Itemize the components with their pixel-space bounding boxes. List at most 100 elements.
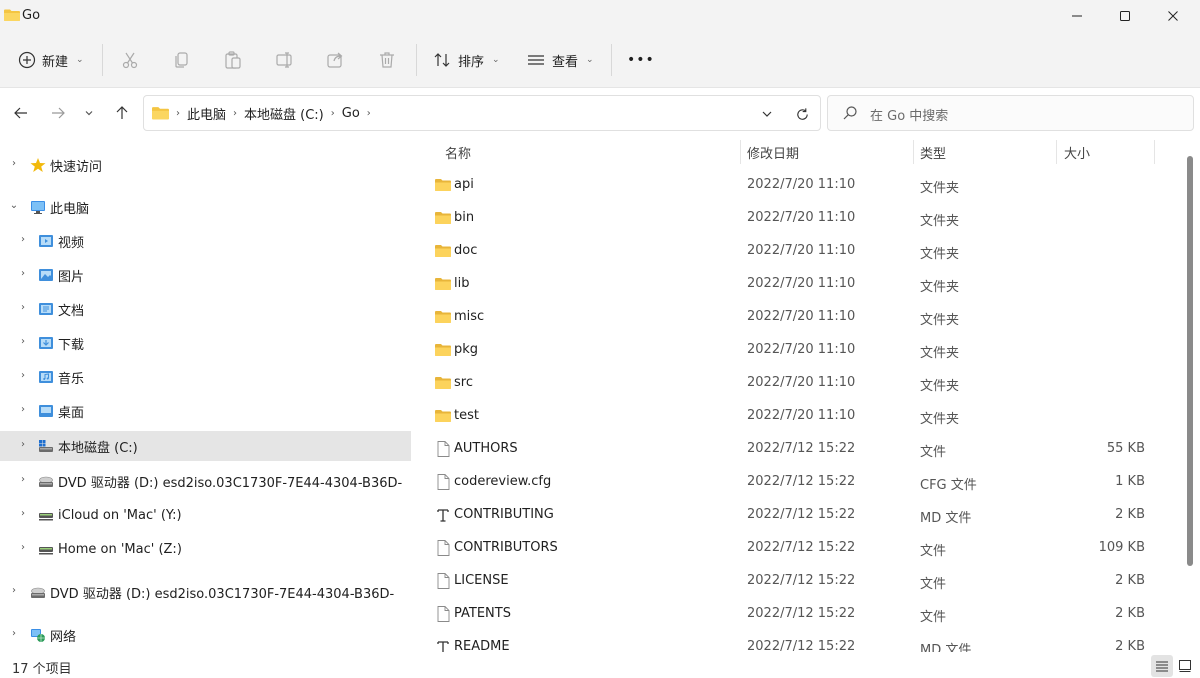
nav-item-videos[interactable]: › 视频	[0, 226, 411, 256]
file-size: 1 KB	[1115, 474, 1145, 489]
folder-icon	[434, 210, 452, 226]
file-row[interactable]: lib 2022/7/20 11:10 文件夹	[411, 268, 1171, 301]
nav-item-local-disk-c[interactable]: › 本地磁盘 (C:)	[0, 431, 411, 461]
search-input[interactable]: 在 Go 中搜索	[870, 105, 948, 124]
breadcrumb-this-pc[interactable]: 此电脑	[187, 104, 226, 123]
file-row[interactable]: api 2022/7/20 11:10 文件夹	[411, 169, 1171, 202]
chevron-right-icon[interactable]: ›	[17, 439, 29, 450]
column-header-type[interactable]: 类型	[920, 138, 1050, 166]
column-header-date[interactable]: 修改日期	[747, 138, 907, 166]
scrollbar-thumb[interactable]	[1187, 156, 1193, 566]
breadcrumb-local-disk[interactable]: 本地磁盘 (C:)	[244, 104, 324, 123]
network-drive-icon	[39, 547, 53, 555]
nav-item-network[interactable]: › 网络	[0, 620, 411, 650]
up-button[interactable]	[111, 102, 133, 124]
column-divider[interactable]	[740, 140, 741, 164]
recent-locations-button[interactable]	[80, 102, 98, 124]
chevron-right-icon[interactable]: ›	[17, 234, 29, 245]
chevron-down-icon[interactable]: ⌄	[8, 200, 20, 211]
chevron-right-icon[interactable]: ›	[367, 108, 371, 119]
chevron-right-icon[interactable]: ›	[8, 585, 20, 596]
file-size: 2 KB	[1115, 606, 1145, 621]
trash-icon	[380, 52, 394, 68]
view-list-icon	[528, 55, 544, 65]
column-divider[interactable]	[1056, 140, 1057, 164]
file-row[interactable]: PATENTS 2022/7/12 15:22 文件 2 KB	[411, 598, 1171, 631]
sort-label: 排序	[458, 54, 485, 70]
rename-icon	[276, 52, 292, 68]
breadcrumb-go[interactable]: Go	[342, 106, 360, 121]
nav-item-desktop[interactable]: › 桌面	[0, 396, 411, 426]
column-header-name[interactable]: 名称	[445, 138, 740, 166]
chevron-right-icon[interactable]: ›	[17, 474, 29, 485]
nav-item-downloads[interactable]: › 下载	[0, 328, 411, 358]
file-date: 2022/7/20 11:10	[747, 243, 856, 258]
file-row[interactable]: README 2022/7/12 15:22 MD 文件 2 KB	[411, 631, 1171, 652]
nav-item-quick-access[interactable]: › 快速访问	[0, 150, 411, 180]
sort-button[interactable]: 排序 ⌄	[432, 46, 500, 74]
details-view-button[interactable]	[1151, 655, 1173, 677]
nav-item-icloud-drive[interactable]: › iCloud on 'Mac' (Y:)	[0, 500, 411, 530]
network-icon	[31, 629, 45, 642]
file-row[interactable]: src 2022/7/20 11:10 文件夹	[411, 367, 1171, 400]
paste-button[interactable]	[223, 46, 243, 74]
chevron-right-icon[interactable]: ›	[8, 628, 20, 639]
chevron-right-icon[interactable]: ›	[17, 404, 29, 415]
nav-item-pictures[interactable]: › 图片	[0, 260, 411, 290]
new-label: 新建	[42, 54, 69, 70]
file-list: ⌃ 名称 修改日期 类型 大小 api 2022/7/20 11:10 文件夹 bin…	[411, 138, 1200, 652]
chevron-right-icon[interactable]: ›	[17, 542, 29, 553]
cut-button[interactable]	[120, 46, 140, 74]
chevron-right-icon[interactable]: ›	[17, 508, 29, 519]
refresh-button[interactable]	[792, 104, 812, 124]
minimize-button[interactable]	[1054, 0, 1100, 32]
back-button[interactable]	[10, 102, 32, 124]
forward-button[interactable]	[47, 102, 69, 124]
column-header-size[interactable]: 大小	[1064, 138, 1154, 166]
column-divider[interactable]	[913, 140, 914, 164]
large-icons-view-button[interactable]	[1174, 655, 1196, 677]
chevron-right-icon[interactable]: ›	[233, 108, 237, 119]
nav-item-dvd-drive-root[interactable]: › DVD 驱动器 (D:) esd2iso.03C1730F-7E44-430…	[0, 577, 411, 607]
nav-item-this-pc[interactable]: ⌄ 此电脑	[0, 192, 411, 222]
new-button[interactable]: 新建 ⌄	[18, 46, 84, 74]
toolbar-divider	[416, 44, 417, 76]
close-button[interactable]	[1150, 0, 1196, 32]
column-type-label: 类型	[920, 146, 947, 162]
file-row[interactable]: LICENSE 2022/7/12 15:22 文件 2 KB	[411, 565, 1171, 598]
folder-icon	[434, 342, 452, 358]
file-row[interactable]: codereview.cfg 2022/7/12 15:22 CFG 文件 1 KB	[411, 466, 1171, 499]
file-row[interactable]: bin 2022/7/20 11:10 文件夹	[411, 202, 1171, 235]
chevron-right-icon[interactable]: ›	[17, 370, 29, 381]
delete-button[interactable]	[377, 46, 397, 74]
nav-item-music[interactable]: › 音乐	[0, 362, 411, 392]
nav-item-dvd-drive[interactable]: › DVD 驱动器 (D:) esd2iso.03C1730F-7E44-430…	[0, 466, 411, 496]
file-row[interactable]: AUTHORS 2022/7/12 15:22 文件 55 KB	[411, 433, 1171, 466]
more-options-button[interactable]: •••	[627, 46, 655, 74]
chevron-right-icon[interactable]: ›	[17, 302, 29, 313]
file-type: 文件	[920, 610, 947, 625]
rename-button[interactable]	[275, 46, 295, 74]
address-bar[interactable]: › 此电脑 › 本地磁盘 (C:) › Go ›	[143, 95, 821, 131]
column-divider[interactable]	[1154, 140, 1155, 164]
file-row[interactable]: pkg 2022/7/20 11:10 文件夹	[411, 334, 1171, 367]
search-box[interactable]: 在 Go 中搜索	[827, 95, 1194, 131]
chevron-right-icon[interactable]: ›	[331, 108, 335, 119]
file-row[interactable]: CONTRIBUTORS 2022/7/12 15:22 文件 109 KB	[411, 532, 1171, 565]
maximize-button[interactable]	[1102, 0, 1148, 32]
chevron-right-icon[interactable]: ›	[17, 268, 29, 279]
nav-item-home-drive[interactable]: › Home on 'Mac' (Z:)	[0, 534, 411, 564]
sort-icon	[434, 53, 450, 67]
chevron-right-icon[interactable]: ›	[17, 336, 29, 347]
file-row[interactable]: test 2022/7/20 11:10 文件夹	[411, 400, 1171, 433]
share-button[interactable]	[326, 46, 346, 74]
view-button[interactable]: 查看 ⌄	[526, 46, 594, 74]
address-history-button[interactable]	[757, 104, 777, 124]
chevron-right-icon[interactable]: ›	[8, 158, 20, 169]
file-row[interactable]: CONTRIBUTING 2022/7/12 15:22 MD 文件 2 KB	[411, 499, 1171, 532]
copy-button[interactable]	[172, 46, 192, 74]
file-row[interactable]: misc 2022/7/20 11:10 文件夹	[411, 301, 1171, 334]
file-row[interactable]: doc 2022/7/20 11:10 文件夹	[411, 235, 1171, 268]
nav-item-documents[interactable]: › 文档	[0, 294, 411, 324]
vertical-scrollbar[interactable]	[1185, 152, 1195, 642]
